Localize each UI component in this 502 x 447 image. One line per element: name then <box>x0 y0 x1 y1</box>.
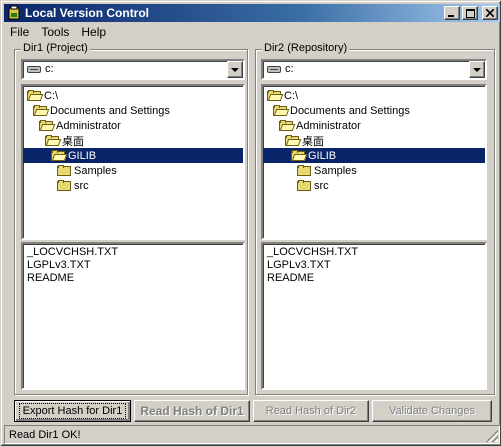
tree-item-label: src <box>314 179 329 192</box>
folder-open-icon <box>273 104 290 117</box>
tree-item[interactable]: C:\ <box>263 88 485 103</box>
title-bar[interactable]: Local Version Control <box>4 4 500 22</box>
tree-item-label: Documents and Settings <box>50 104 170 117</box>
dir1-drive-select[interactable]: c: <box>21 59 245 80</box>
file-list-item[interactable]: README <box>267 272 314 285</box>
file-list-item[interactable]: LGPLv3.TXT <box>267 259 331 272</box>
folder-open-icon <box>27 89 44 102</box>
folder-open-icon <box>39 119 56 132</box>
tree-item[interactable]: Documents and Settings <box>23 103 243 118</box>
dir1-folder-tree[interactable]: C:\ Documents and Settings Administrator 桌面… <box>21 84 245 240</box>
drive-icon <box>267 66 281 73</box>
tree-item-label: src <box>74 179 89 192</box>
folder-open-icon <box>285 134 302 147</box>
file-list-item[interactable]: LGPLv3.TXT <box>27 259 91 272</box>
dir1-dropdown-arrow-icon[interactable] <box>227 61 243 78</box>
tree-item[interactable]: 桌面 <box>23 133 243 148</box>
folder-open-icon <box>279 119 296 132</box>
folder-open-icon <box>33 104 50 117</box>
tree-item-label: Samples <box>314 164 357 177</box>
tree-item[interactable]: Documents and Settings <box>263 103 485 118</box>
folder-open-icon <box>45 134 62 147</box>
drive-icon <box>27 66 41 73</box>
menu-file[interactable]: File <box>4 25 35 39</box>
tree-item[interactable]: GILIB <box>23 148 243 163</box>
tree-item[interactable]: 桌面 <box>263 133 485 148</box>
tree-item-label: 桌面 <box>302 135 324 148</box>
file-list-item[interactable]: _LOCVCHSH.TXT <box>267 246 358 259</box>
folder-icon <box>297 179 312 192</box>
app-icon <box>6 5 22 21</box>
tree-item-label: Samples <box>74 164 117 177</box>
maximize-icon[interactable] <box>462 6 478 20</box>
close-icon[interactable] <box>482 6 498 20</box>
dir2-drive-value: c: <box>285 63 294 75</box>
menu-help[interactable]: Help <box>75 25 112 39</box>
export-hash-dir1-button[interactable]: Export Hash for Dir1 <box>14 400 131 422</box>
read-hash-dir1-button[interactable]: Read Hash of Dir1 <box>134 400 250 422</box>
minimize-icon[interactable] <box>444 6 460 20</box>
tree-item-label: C:\ <box>44 89 59 102</box>
file-list-item[interactable]: README <box>27 272 74 285</box>
folder-open-icon <box>51 149 68 162</box>
dir2-group-label: Dir2 (Repository) <box>262 42 350 54</box>
dir2-folder-tree[interactable]: C:\ Documents and Settings Administrator 桌面… <box>261 84 487 240</box>
menu-tools[interactable]: Tools <box>35 25 75 39</box>
folder-open-icon <box>291 149 308 162</box>
tree-item-label: Administrator <box>296 119 361 132</box>
folder-icon <box>57 179 72 192</box>
tree-item-label: C:\ <box>284 89 299 102</box>
dir2-drive-select[interactable]: c: <box>261 59 487 80</box>
dir1-file-list[interactable]: _LOCVCHSH.TXT LGPLv3.TXT README <box>21 242 245 390</box>
folder-icon <box>57 164 72 177</box>
main-window: Local Version Control File Tools Help Di… <box>0 0 502 447</box>
tree-item[interactable]: src <box>23 178 243 193</box>
dir1-drive-value: c: <box>45 63 54 75</box>
tree-item-label: Documents and Settings <box>290 104 410 117</box>
tree-item[interactable]: Administrator <box>23 118 243 133</box>
window-title: Local Version Control <box>25 6 150 20</box>
folder-open-icon <box>267 89 284 102</box>
dir1-group-label: Dir1 (Project) <box>21 42 90 54</box>
tree-item-label: GILIB <box>68 149 97 162</box>
tree-item-label: GILIB <box>308 149 337 162</box>
tree-item[interactable]: Samples <box>263 163 485 178</box>
tree-item[interactable]: GILIB <box>263 148 485 163</box>
folder-icon <box>297 164 312 177</box>
status-text: Read Dir1 OK! <box>9 428 81 441</box>
status-bar: Read Dir1 OK! <box>4 425 500 444</box>
validate-changes-button[interactable]: Validate Changes <box>372 400 492 422</box>
resize-grip-icon[interactable] <box>486 430 498 442</box>
dir2-dropdown-arrow-icon[interactable] <box>469 61 485 78</box>
tree-item[interactable]: Administrator <box>263 118 485 133</box>
tree-item[interactable]: C:\ <box>23 88 243 103</box>
tree-item[interactable]: Samples <box>23 163 243 178</box>
menu-bar: File Tools Help <box>4 23 112 41</box>
dir2-file-list[interactable]: _LOCVCHSH.TXT LGPLv3.TXT README <box>261 242 487 390</box>
read-hash-dir2-button[interactable]: Read Hash of Dir2 <box>253 400 369 422</box>
tree-item-label: Administrator <box>56 119 121 132</box>
file-list-item[interactable]: _LOCVCHSH.TXT <box>27 246 118 259</box>
tree-item-label: 桌面 <box>62 135 84 148</box>
tree-item[interactable]: src <box>263 178 485 193</box>
